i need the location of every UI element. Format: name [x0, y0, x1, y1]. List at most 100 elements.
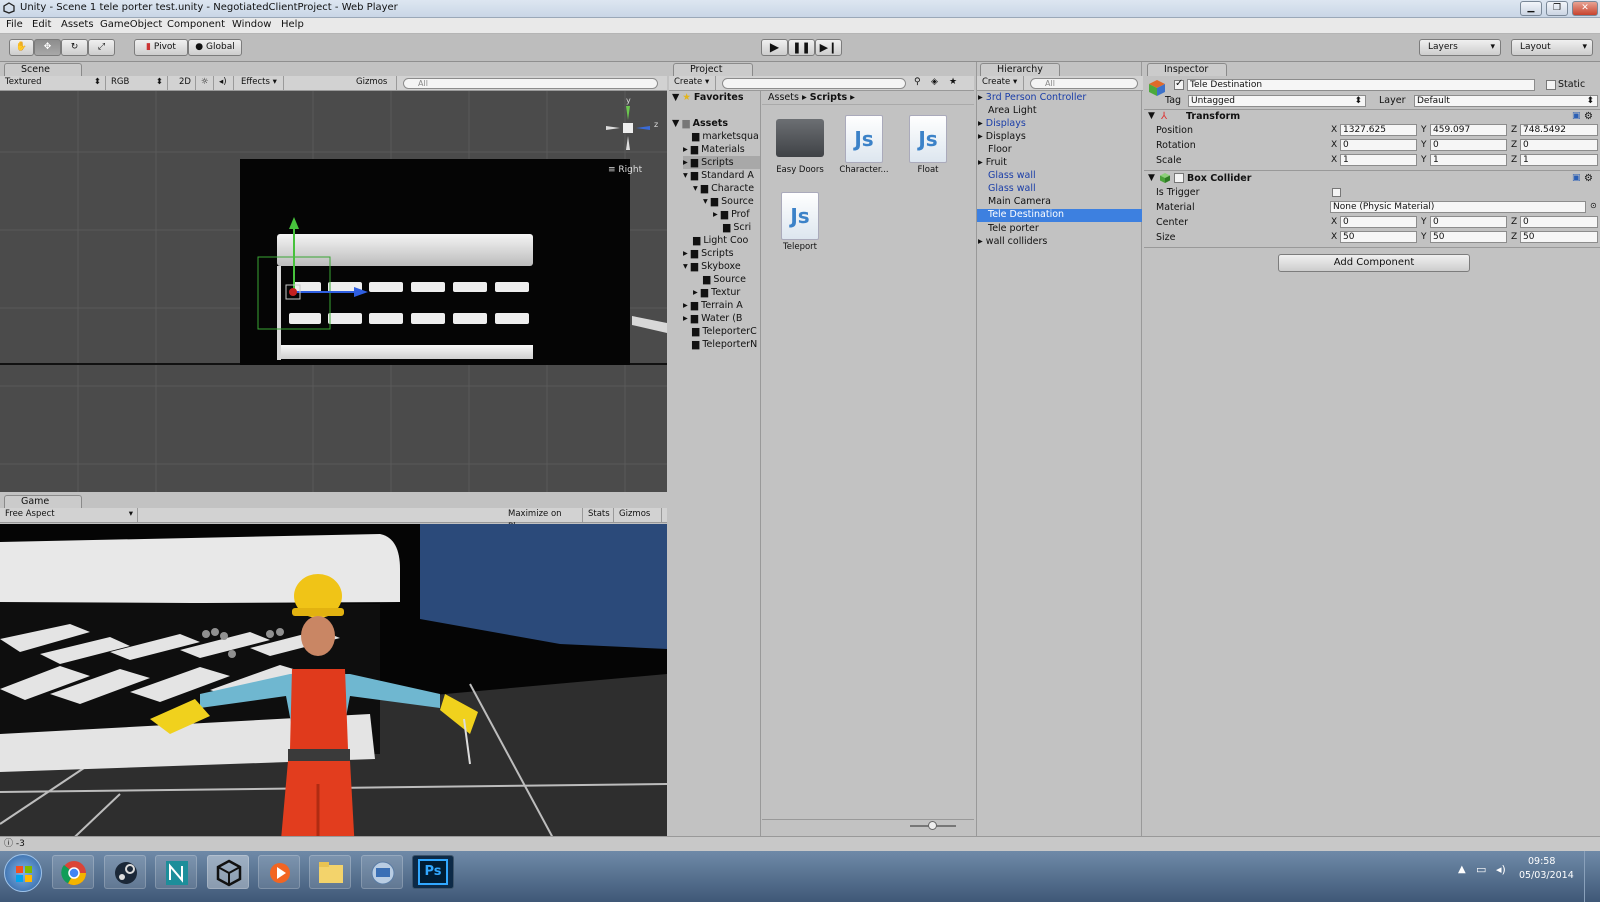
object-name-input[interactable]: Tele Destination: [1187, 79, 1535, 91]
center-y-field[interactable]: 0: [1430, 216, 1507, 228]
component-settings-gear-icon[interactable]: ⚙: [1584, 173, 1593, 184]
rotation-y-field[interactable]: 0: [1430, 139, 1507, 151]
tree-item[interactable]: ▸ ▆ Prof: [713, 208, 750, 221]
tree-item[interactable]: ▆ TeleporterC: [692, 325, 757, 338]
tag-dropdown[interactable]: Untagged ⬍: [1188, 95, 1366, 107]
aspect-dropdown[interactable]: Free Aspect ▾: [0, 508, 138, 522]
clock-date[interactable]: 05/03/2014: [1519, 870, 1574, 881]
menu-help[interactable]: Help: [281, 19, 304, 30]
tree-item[interactable]: ▸ ▆ Terrain A: [683, 299, 743, 312]
2d-toggle[interactable]: 2D: [174, 76, 196, 90]
assets-node[interactable]: ▼ ▆ Assets: [672, 117, 728, 130]
breadcrumb-scripts[interactable]: Scripts: [810, 92, 847, 103]
scene-viewport[interactable]: y z ≡ Right: [0, 91, 667, 492]
tree-item[interactable]: ▸ ▆ Scripts: [683, 247, 734, 260]
hand-tool-icon[interactable]: ✋: [9, 39, 34, 56]
scale-y-field[interactable]: 1: [1430, 154, 1507, 166]
scale-x-field[interactable]: 1: [1340, 154, 1417, 166]
hierarchy-item[interactable]: Tele porter: [988, 223, 1039, 234]
position-y-field[interactable]: 459.097: [1430, 124, 1507, 136]
pivot-toggle[interactable]: ▮ Pivot: [134, 39, 188, 56]
is-trigger-checkbox[interactable]: [1332, 188, 1341, 197]
menu-edit[interactable]: Edit: [32, 19, 51, 30]
shading-dropdown[interactable]: Textured ⬍: [0, 76, 106, 90]
file-teleport[interactable]: Js Teleport: [769, 192, 831, 252]
tab-hierarchy[interactable]: Hierarchy: [980, 63, 1060, 76]
position-z-field[interactable]: 748.5492: [1520, 124, 1598, 136]
hierarchy-item[interactable]: Glass wall: [988, 183, 1036, 194]
lighting-toggle-icon[interactable]: ☼: [196, 76, 214, 90]
tree-item[interactable]: ▾ ▆ Characte: [693, 182, 754, 195]
tab-project[interactable]: Project: [673, 63, 753, 76]
hierarchy-item[interactable]: Main Camera: [988, 196, 1051, 207]
chrome-icon[interactable]: [52, 855, 94, 889]
filter-type-icon[interactable]: ⚲: [914, 77, 921, 87]
active-checkbox[interactable]: ✓: [1174, 78, 1184, 90]
step-button[interactable]: ▶❙: [815, 39, 842, 56]
media-player-icon[interactable]: [258, 855, 300, 889]
transform-foldout-arrow-icon[interactable]: ▼: [1148, 111, 1155, 121]
tree-item[interactable]: ▆ TeleporterN: [692, 338, 757, 351]
global-toggle[interactable]: ● Global: [188, 39, 242, 56]
tree-item[interactable]: ▾ ▆ Standard A: [683, 169, 754, 182]
network-icon[interactable]: ▭: [1476, 863, 1486, 876]
help-book-icon[interactable]: ▣: [1572, 173, 1581, 183]
scale-z-field[interactable]: 1: [1520, 154, 1598, 166]
minimize-button[interactable]: ▁: [1520, 1, 1542, 16]
hierarchy-item[interactable]: ▸ 3rd Person Controller: [978, 92, 1138, 103]
play-button[interactable]: ▶: [761, 39, 788, 56]
maximize-button[interactable]: ❐: [1546, 1, 1568, 16]
menu-component[interactable]: Component: [167, 19, 225, 30]
favorites-node[interactable]: ▼ ★ Favorites: [672, 91, 744, 104]
scene-orientation-gizmo[interactable]: y z: [604, 96, 660, 154]
tree-item[interactable]: ▾ ▆ Source: [703, 195, 754, 208]
start-button[interactable]: [4, 854, 42, 892]
tray-expand-icon[interactable]: ▲: [1458, 864, 1466, 875]
file-float[interactable]: Js Float: [897, 115, 959, 175]
move-tool-icon[interactable]: ✥: [34, 39, 61, 56]
audio-toggle-icon[interactable]: ◂): [214, 76, 234, 90]
breadcrumb-assets[interactable]: Assets: [768, 92, 799, 103]
show-desktop-button[interactable]: [1584, 851, 1600, 902]
material-field[interactable]: None (Physic Material): [1330, 201, 1586, 213]
volume-icon[interactable]: ◂): [1496, 863, 1506, 876]
center-z-field[interactable]: 0: [1520, 216, 1598, 228]
tree-item[interactable]: ▸ ▆ Textur: [693, 286, 740, 299]
3d-modelling-app-icon[interactable]: [155, 855, 197, 889]
hierarchy-item-selected[interactable]: Tele Destination: [977, 209, 1142, 222]
hierarchy-search-input[interactable]: All: [1030, 78, 1138, 89]
layer-dropdown[interactable]: Default ⬍: [1414, 95, 1598, 107]
tab-scene[interactable]: Scene: [4, 63, 82, 76]
tree-item-selected[interactable]: ▸ ▆ Scripts: [683, 156, 760, 169]
center-x-field[interactable]: 0: [1340, 216, 1417, 228]
icon-size-slider-thumb[interactable]: [928, 821, 937, 830]
hierarchy-item[interactable]: Floor: [988, 144, 1012, 155]
position-x-field[interactable]: 1327.625: [1340, 124, 1417, 136]
scene-gizmos-dropdown[interactable]: Gizmos ▾: [351, 76, 397, 100]
close-button[interactable]: ✕: [1572, 1, 1598, 16]
steam-icon[interactable]: [104, 855, 146, 889]
tree-item[interactable]: ▸ ▆ Water (B: [683, 312, 742, 325]
game-gizmos-dropdown[interactable]: Gizmos ▾: [614, 508, 662, 532]
hierarchy-item[interactable]: Glass wall: [988, 170, 1036, 181]
project-search-input[interactable]: [722, 78, 906, 89]
rotate-tool-icon[interactable]: ↻: [61, 39, 88, 56]
rotation-z-field[interactable]: 0: [1520, 139, 1598, 151]
scale-tool-icon[interactable]: ⤢: [88, 39, 115, 56]
object-picker-icon[interactable]: ⊙: [1590, 201, 1597, 210]
size-x-field[interactable]: 50: [1340, 231, 1417, 243]
hierarchy-item[interactable]: ▸ Displays: [978, 118, 1026, 129]
tab-game[interactable]: Game: [4, 495, 82, 508]
hierarchy-create-dropdown[interactable]: Create ▾: [977, 76, 1024, 90]
tab-inspector[interactable]: Inspector: [1147, 63, 1227, 76]
rendermode-dropdown[interactable]: RGB ⬍: [106, 76, 168, 90]
file-explorer-icon[interactable]: [309, 855, 351, 889]
hierarchy-item[interactable]: ▸ wall colliders: [978, 236, 1047, 247]
file-easy-doors[interactable]: Easy Doors: [769, 115, 831, 175]
tree-item[interactable]: ▾ ▆ Skyboxe: [683, 260, 741, 273]
tree-item[interactable]: ▆ marketsqua: [692, 130, 759, 143]
static-checkbox[interactable]: [1546, 80, 1556, 90]
menu-file[interactable]: File: [6, 19, 23, 30]
tree-item[interactable]: ▆ Source: [703, 273, 746, 286]
game-viewport[interactable]: [0, 524, 667, 851]
